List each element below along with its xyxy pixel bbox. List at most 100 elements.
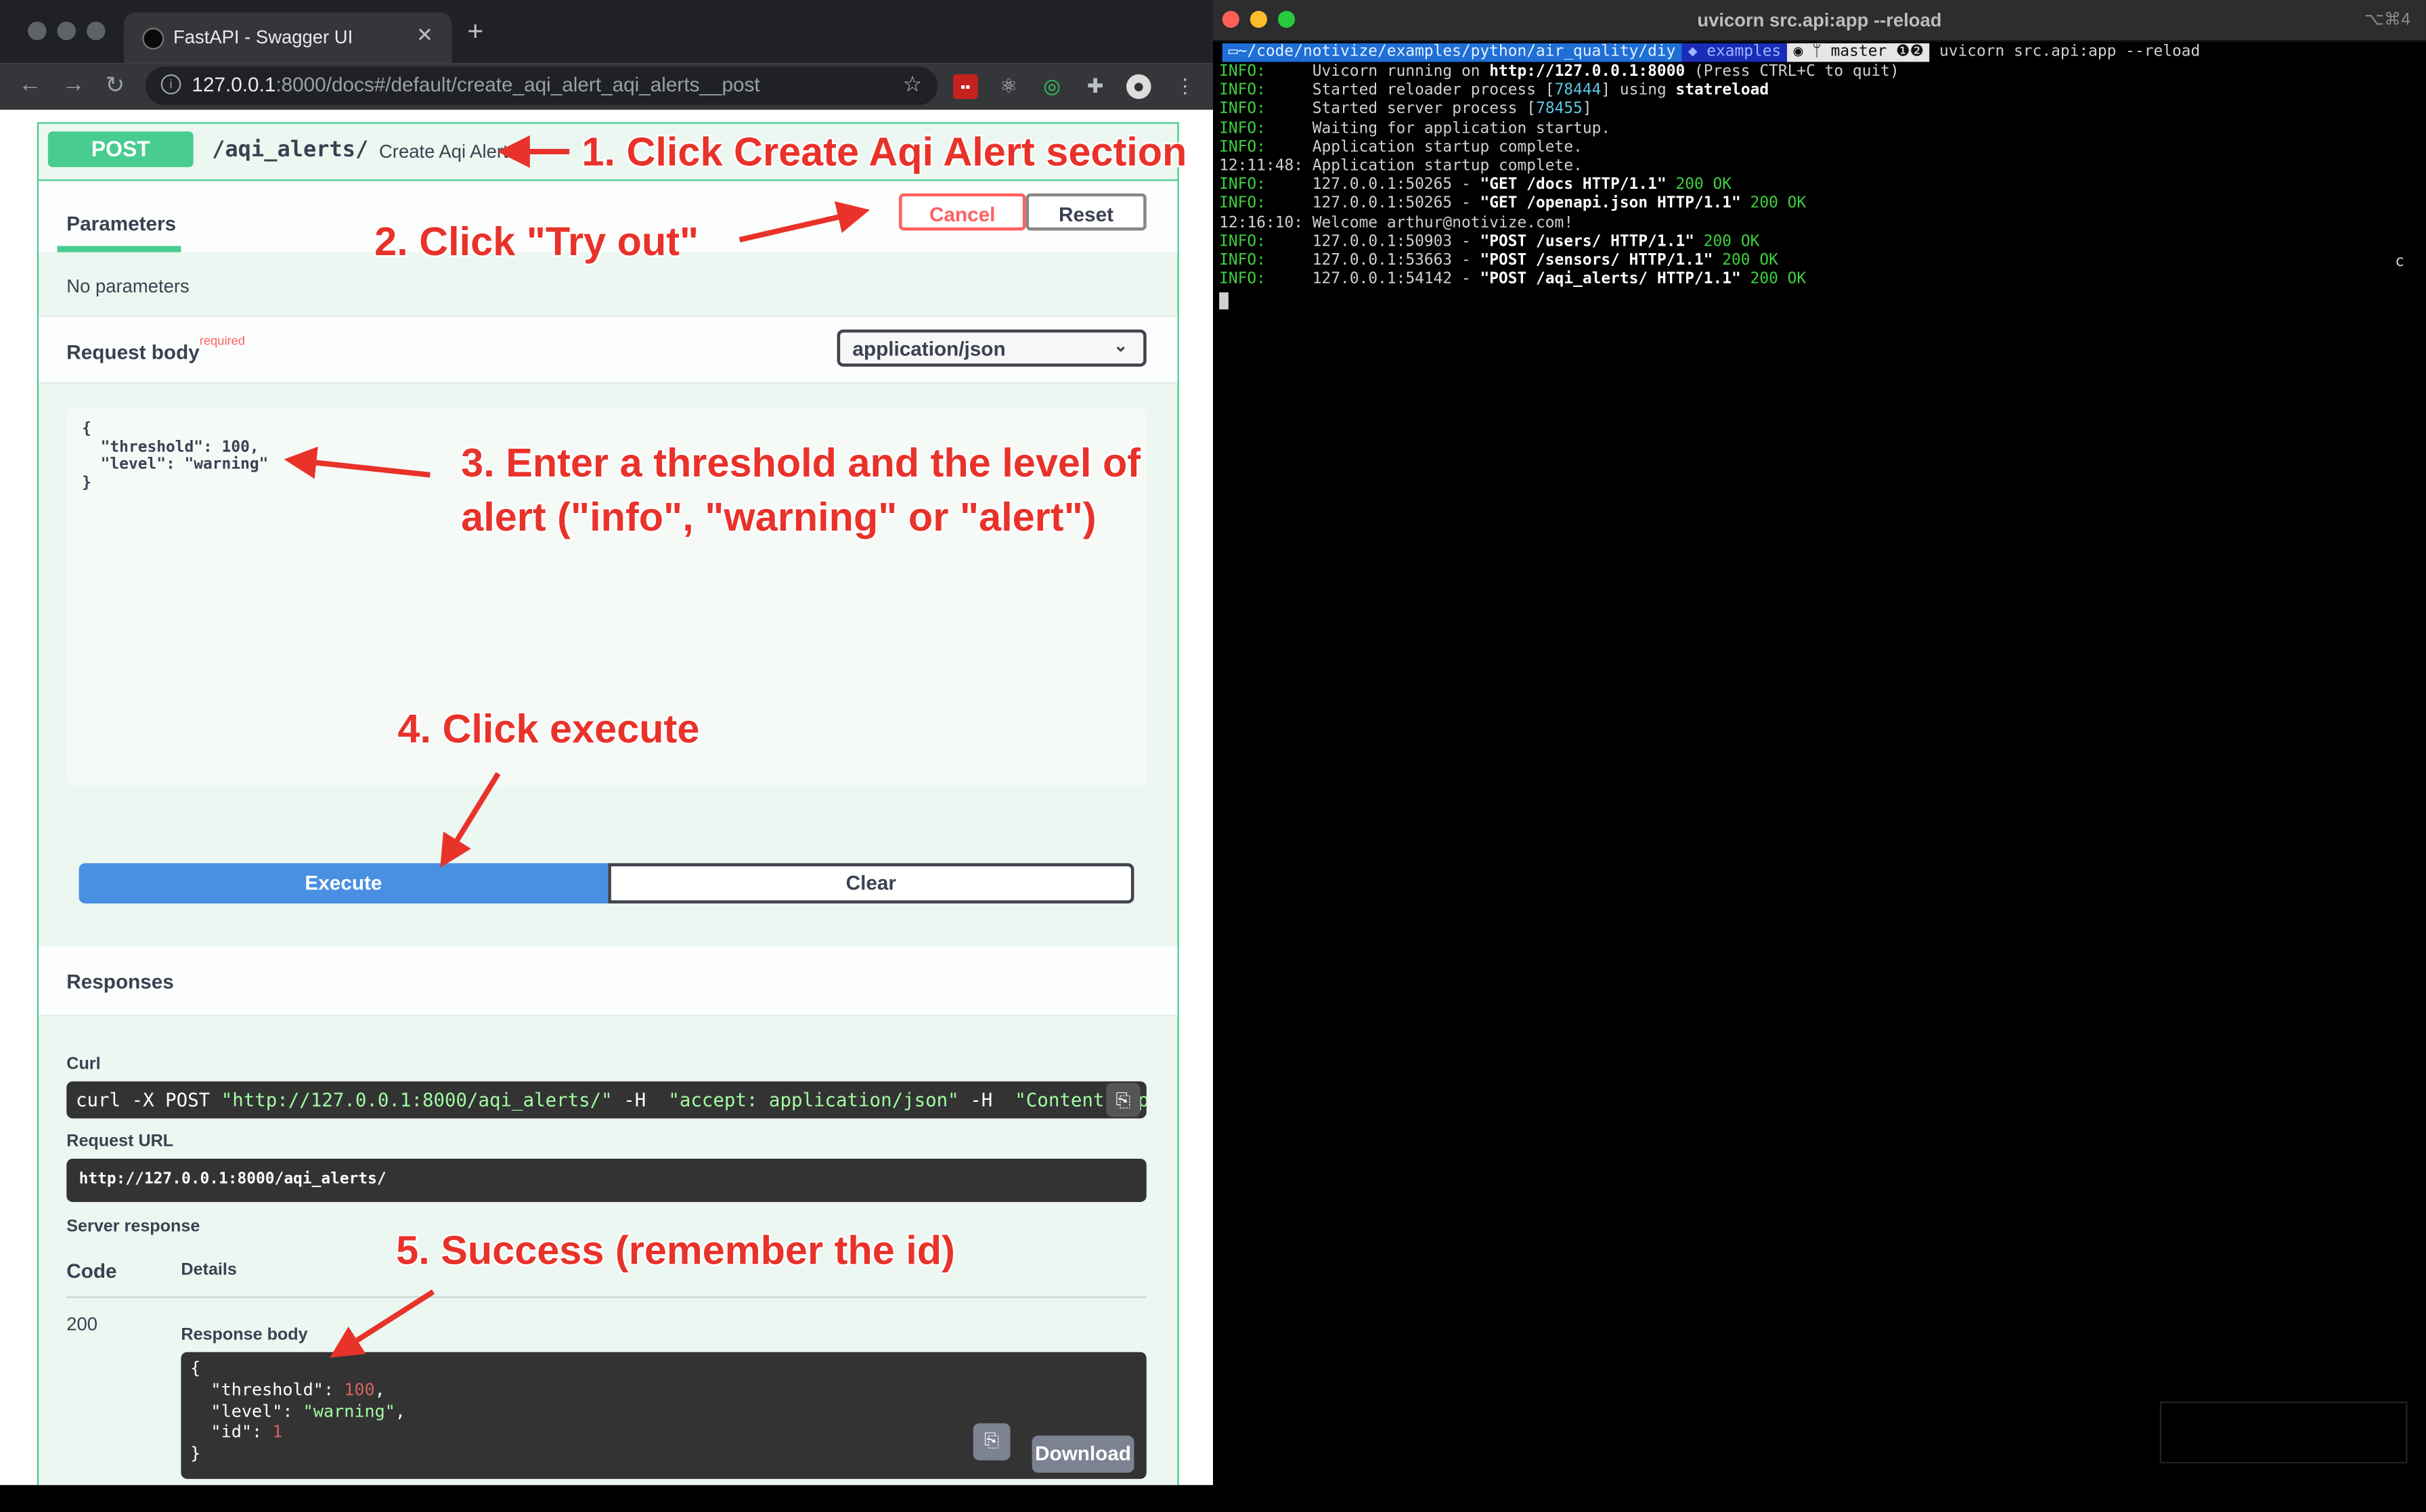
content-type-value: application/json xyxy=(852,337,1006,361)
log-bold: statreload xyxy=(1675,82,1769,99)
request-url-box[interactable]: http://127.0.0.1:8000/aqi_alerts/ xyxy=(66,1158,1147,1202)
log-text: 127.0.0.1:54142 - xyxy=(1312,271,1480,288)
copy-response-icon[interactable]: ⎘ xyxy=(973,1423,1011,1461)
log-prefix: INFO: xyxy=(1219,233,1313,250)
log-prefix: INFO: xyxy=(1219,177,1313,194)
json-key: "id" xyxy=(211,1422,252,1443)
log-bold: "POST /sensors/ HTTP/1.1" xyxy=(1480,252,1713,269)
shell-prompt: ▭~/code/notivize/examples/python/air_qua… xyxy=(1222,43,2201,62)
prompt-env: examples xyxy=(1706,43,1782,61)
log-text: 127.0.0.1:50265 - xyxy=(1312,195,1480,213)
operation-block: POST /aqi_alerts/ Create Aqi Alert Param… xyxy=(37,122,1179,1486)
cancel-button[interactable]: Cancel xyxy=(898,193,1026,231)
log-text: (Press CTRL+C to quit) xyxy=(1685,63,1899,81)
content-type-select[interactable]: application/json ⌄ xyxy=(837,329,1147,367)
responses-label: Responses xyxy=(66,970,174,994)
menu-dots-icon[interactable]: ⋮ xyxy=(1173,74,1198,99)
terminal-titlebar: uvicorn src.api:app --reload ⌥⌘4 xyxy=(1212,0,2426,42)
annotation-step-2: 2. Click "Try out" xyxy=(374,218,699,265)
terminal-line: INFO: 127.0.0.1:54142 - "POST /aqi_alert… xyxy=(1219,271,1899,290)
forward-icon[interactable]: → xyxy=(62,71,85,97)
log-status: 200 OK xyxy=(1694,233,1760,250)
annotation-step-3-line-1: 3. Enter a threshold and the level of xyxy=(461,439,1141,486)
log-text: Uvicorn running on xyxy=(1312,63,1490,81)
reload-icon[interactable]: ↻ xyxy=(105,71,125,99)
tab-bar: FastAPI - Swagger UI ✕ + xyxy=(0,0,1213,64)
log-text: ] using xyxy=(1601,82,1676,99)
reset-button[interactable]: Reset xyxy=(1025,193,1147,231)
annotation-step-4: 4. Click execute xyxy=(397,705,700,752)
git-status-icon: ❶❷ xyxy=(1896,43,1924,61)
browser-toolbar: ← → ↻ i 127.0.0.1:8000/docs#/default/cre… xyxy=(0,63,1213,110)
browser-tab[interactable]: FastAPI - Swagger UI ✕ xyxy=(123,12,452,64)
curl-command[interactable]: curl -X POST "http://127.0.0.1:8000/aqi_… xyxy=(66,1081,1147,1119)
log-prefix: INFO: xyxy=(1219,252,1313,269)
divider xyxy=(66,1296,1147,1298)
terminal-line: INFO: 127.0.0.1:50903 - "POST /users/ HT… xyxy=(1219,234,1899,252)
url-text: 127.0.0.1:8000/docs#/default/create_aqi_… xyxy=(192,72,759,95)
new-tab-icon[interactable]: + xyxy=(467,16,483,48)
profile-avatar[interactable]: ● xyxy=(1126,74,1151,99)
log-bold: "POST /aqi_alerts/ HTTP/1.1" xyxy=(1480,271,1741,288)
folder-icon: ▭ xyxy=(1228,43,1238,61)
swagger-ui: POST /aqi_alerts/ Create Aqi Alert Param… xyxy=(0,110,1213,1486)
extension-icon-1[interactable]: ▪▪ xyxy=(952,74,978,99)
operation-summary-text: Create Aqi Alert xyxy=(378,140,508,162)
log-text: Started server process [ xyxy=(1312,101,1537,118)
prompt-env-segment: ◆ examples xyxy=(1681,43,1788,62)
execute-button[interactable]: Execute xyxy=(79,863,609,904)
url-host: 127.0.0.1 xyxy=(192,72,276,96)
details-column-header: Details xyxy=(181,1260,237,1280)
log-prefix: 12:16:10: xyxy=(1219,214,1313,231)
address-bar[interactable]: i 127.0.0.1:8000/docs#/default/create_aq… xyxy=(145,66,938,106)
minimize-window-icon[interactable] xyxy=(57,21,76,41)
screen: FastAPI - Swagger UI ✕ + ← → ↻ i 127.0.0… xyxy=(0,0,2426,1486)
download-button[interactable]: Download xyxy=(1032,1436,1134,1473)
request-url-label: Request URL xyxy=(66,1132,174,1151)
bookmark-star-icon[interactable]: ☆ xyxy=(903,71,923,97)
close-tab-icon[interactable]: ✕ xyxy=(416,23,433,48)
terminal-line: INFO: Started reloader process [78444] u… xyxy=(1219,83,1899,102)
prompt-command: uvicorn src.api:app --reload xyxy=(1939,43,2201,61)
responses-header: Responses xyxy=(39,946,1178,1017)
site-info-icon[interactable]: i xyxy=(160,74,181,95)
curl-flag: -H xyxy=(970,1089,993,1111)
terminal-shortcut: ⌥⌘4 xyxy=(2364,10,2411,30)
terminal-line: INFO: Started server process [78455] xyxy=(1219,101,1899,120)
json-key: "threshold" xyxy=(211,1379,324,1400)
prompt-path: ~/code/notivize/examples/python/air_qual… xyxy=(1237,43,1676,61)
extension-target-icon[interactable]: ◎ xyxy=(1040,74,1065,99)
prompt-branch: master xyxy=(1830,43,1887,61)
back-icon[interactable]: ← xyxy=(18,71,41,97)
json-key: "level" xyxy=(211,1400,283,1421)
json-id-value: 1 xyxy=(272,1422,283,1443)
clear-button[interactable]: Clear xyxy=(608,863,1134,904)
code-column-header: Code xyxy=(66,1259,117,1283)
log-prefix: INFO: xyxy=(1219,139,1313,156)
log-status: 200 OK xyxy=(1713,252,1778,269)
extension-react-icon[interactable]: ⚛ xyxy=(996,74,1021,99)
terminal-line: 12:11:48: Application startup complete. xyxy=(1219,158,1899,177)
terminal-line: INFO: Application startup complete. xyxy=(1219,139,1899,158)
log-status: 200 OK xyxy=(1740,271,1807,288)
curl-flag: -H xyxy=(623,1089,646,1111)
log-bold: http://127.0.0.1:8000 xyxy=(1489,63,1685,81)
stray-char: c xyxy=(2395,253,2405,271)
github-icon: ◉ xyxy=(1793,43,1803,61)
terminal-title: uvicorn src.api:app --reload xyxy=(1697,9,1942,31)
extensions-puzzle-icon[interactable]: ✚ xyxy=(1083,74,1108,99)
request-body-label: Request body xyxy=(66,340,200,364)
log-text: Application startup complete. xyxy=(1312,158,1583,175)
log-pid: 78455 xyxy=(1536,101,1583,118)
response-code: 200 xyxy=(66,1313,98,1335)
terminal-cursor xyxy=(1219,292,1229,310)
log-prefix: INFO: xyxy=(1219,271,1313,288)
log-text: Started reloader process [ xyxy=(1312,82,1555,99)
zoom-window-icon[interactable] xyxy=(86,21,106,41)
tab-parameters[interactable]: Parameters xyxy=(66,212,176,235)
copy-curl-icon[interactable]: ⎘ xyxy=(1106,1082,1141,1117)
terminal-line: INFO: Uvicorn running on http://127.0.0.… xyxy=(1219,64,1899,83)
close-window-icon[interactable] xyxy=(28,21,47,41)
log-text: 127.0.0.1:53663 - xyxy=(1312,252,1480,269)
log-text: ] xyxy=(1582,101,1592,118)
